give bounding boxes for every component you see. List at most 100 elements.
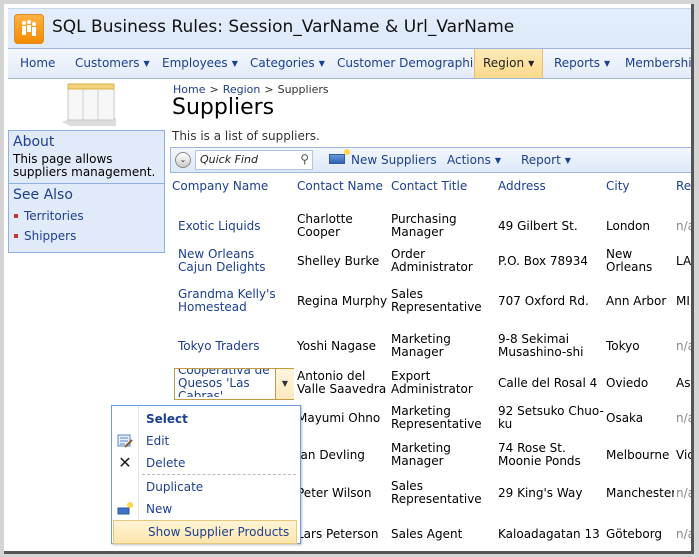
delete-icon: ✕ — [118, 453, 132, 472]
address-cell: 29 King's Way — [498, 485, 583, 500]
company-name-cell[interactable]: Exotic Liquids — [178, 212, 288, 240]
city-cell: Oviedo — [606, 375, 649, 390]
city-cell: Göteborg — [606, 526, 663, 541]
contact-title-cell: Sales Representative — [391, 479, 482, 506]
company-name-cell[interactable]: Tokyo Traders — [178, 332, 288, 360]
menu-label: Home — [20, 56, 56, 70]
address-cell: 9-8 Sekimai Musashino-shi — [498, 332, 584, 359]
region-cell: n/a — [676, 410, 694, 425]
contact-name-cell: Yoshi Nagase — [297, 338, 377, 353]
quick-find-input[interactable] — [196, 151, 294, 167]
see-also-title: See Also — [13, 187, 73, 203]
menu-item-label: Edit — [146, 434, 170, 448]
contact-title-cell: Export Administrator — [391, 369, 473, 396]
menu-item-customers[interactable]: Customers ▼ — [67, 49, 158, 78]
city-cell: Manchester — [606, 485, 674, 500]
contact-name-cell: Antonio del Valle Saavedra — [297, 369, 387, 396]
report-button[interactable]: Report ▼ — [521, 148, 571, 172]
column-header-address[interactable]: Address — [498, 179, 546, 193]
company-name-cell[interactable]: Cooperativa de Quesos 'Las Cabras' — [178, 369, 288, 397]
link-label: Territories — [24, 209, 84, 223]
quick-find: ⚲ — [195, 150, 313, 170]
menu-item-membership[interactable]: Membership — [617, 49, 694, 78]
menu-item-label: New — [146, 502, 173, 516]
region-cell: n/a — [676, 338, 694, 353]
city-cell: London — [606, 218, 650, 233]
menu-item-show-supplier-products[interactable]: Show Supplier Products — [113, 520, 297, 544]
page-title: Suppliers — [172, 95, 275, 120]
menu-item-new[interactable]: New — [112, 498, 298, 520]
column-header-region[interactable]: Region — [676, 179, 691, 193]
contact-title-cell: Marketing Manager — [391, 441, 451, 468]
breadcrumb-current: Suppliers — [277, 83, 329, 96]
sidebar-link-shippers[interactable]: Shippers — [9, 226, 164, 246]
button-label: New Suppliers — [351, 153, 437, 167]
region-cell: Victoria — [676, 447, 694, 462]
actions-button[interactable]: Actions ▼ — [447, 148, 501, 172]
menu-item-delete[interactable]: ✕ Delete — [112, 452, 298, 474]
region-cell: MI — [676, 293, 690, 308]
sidebar-link-territories[interactable]: Territories — [9, 206, 164, 226]
city-cell: Ann Arbor — [606, 293, 667, 308]
button-label: Actions — [447, 153, 491, 167]
button-label: Report — [521, 153, 561, 167]
contact-title-cell: Purchasing Manager — [391, 212, 457, 239]
bullet-icon — [14, 214, 18, 218]
menu-item-home[interactable]: Home — [12, 49, 63, 78]
menu-separator — [142, 474, 296, 475]
contact-name-cell: Regina Murphy — [297, 293, 388, 308]
address-cell: Kaloadagatan 13 — [498, 526, 600, 541]
menu-label: Categories — [250, 56, 315, 70]
menu-label: Membership — [625, 56, 694, 70]
contact-title-cell: Sales Representative — [391, 287, 482, 314]
link-label: Shippers — [24, 229, 77, 243]
region-cell: n/a — [676, 526, 694, 541]
new-record-icon — [329, 149, 350, 164]
address-cell: 92 Setsuko Chuo-ku — [498, 404, 604, 431]
column-header-contact-title[interactable]: Contact Title — [391, 179, 467, 193]
menu-item-region[interactable]: Region ▼ — [474, 49, 544, 78]
contact-name-cell: Shelley Burke — [297, 253, 380, 268]
menu-item-employees[interactable]: Employees ▼ — [154, 49, 246, 78]
menu-item-label: Delete — [146, 456, 186, 470]
menu-item-reports[interactable]: Reports ▼ — [546, 49, 618, 78]
contact-name-cell: Lars Peterson — [297, 526, 379, 541]
edit-icon — [117, 433, 133, 449]
contact-title-cell: Order Administrator — [391, 247, 473, 274]
address-cell: 74 Rose St. Moonie Ponds — [498, 441, 581, 468]
column-header-contact-name[interactable]: Contact Name — [297, 179, 383, 193]
contact-title-cell: Sales Agent — [391, 526, 463, 541]
company-name-cell[interactable]: Grandma Kelly's Homestead — [178, 287, 288, 315]
column-header-company-name[interactable]: Company Name — [172, 179, 268, 193]
contact-name-cell: Charlotte Cooper — [297, 212, 353, 239]
menu-item-categories[interactable]: Categories ▼ — [242, 49, 333, 78]
page-table-icon — [62, 82, 116, 126]
search-icon[interactable]: ⚲ — [300, 152, 309, 166]
new-suppliers-button[interactable]: New Suppliers — [329, 148, 437, 172]
menu-item-label: Duplicate — [146, 480, 204, 494]
address-cell: P.O. Box 78934 — [498, 253, 589, 268]
contact-name-cell: Mayumi Ohno — [297, 410, 381, 425]
menu-item-duplicate[interactable]: Duplicate — [112, 476, 298, 498]
menu-label: Employees — [162, 56, 228, 70]
contact-name-cell: Ian Devling — [297, 447, 365, 462]
menu-label: Region — [483, 56, 525, 70]
city-cell: Melbourne — [606, 447, 670, 462]
menu-item-select[interactable]: Select — [112, 408, 298, 430]
contact-title-cell: Marketing Representative — [391, 404, 482, 431]
menu-item-customer-demographics[interactable]: Customer Demographics — [329, 49, 494, 78]
view-selector-chevron-icon[interactable]: ⌄ — [175, 152, 191, 168]
caret-down-icon: ▼ — [528, 59, 535, 68]
new-icon — [117, 501, 133, 517]
page-description: This is a list of suppliers. — [172, 129, 320, 143]
address-cell: Calle del Rosal 4 — [498, 375, 598, 390]
about-text: This page allows suppliers management. — [13, 152, 156, 179]
browser-page: SQL Business Rules: Session_VarName & Ur… — [4, 4, 694, 554]
caret-down-icon: ▼ — [231, 59, 238, 68]
company-name-cell[interactable]: New Orleans Cajun Delights — [178, 247, 288, 275]
menu-item-label: Show Supplier Products — [148, 525, 290, 539]
column-header-city[interactable]: City — [606, 179, 630, 193]
caret-down-icon: ▼ — [318, 59, 325, 68]
menu-item-edit[interactable]: Edit — [112, 430, 298, 452]
caret-down-icon: ▼ — [604, 59, 611, 68]
